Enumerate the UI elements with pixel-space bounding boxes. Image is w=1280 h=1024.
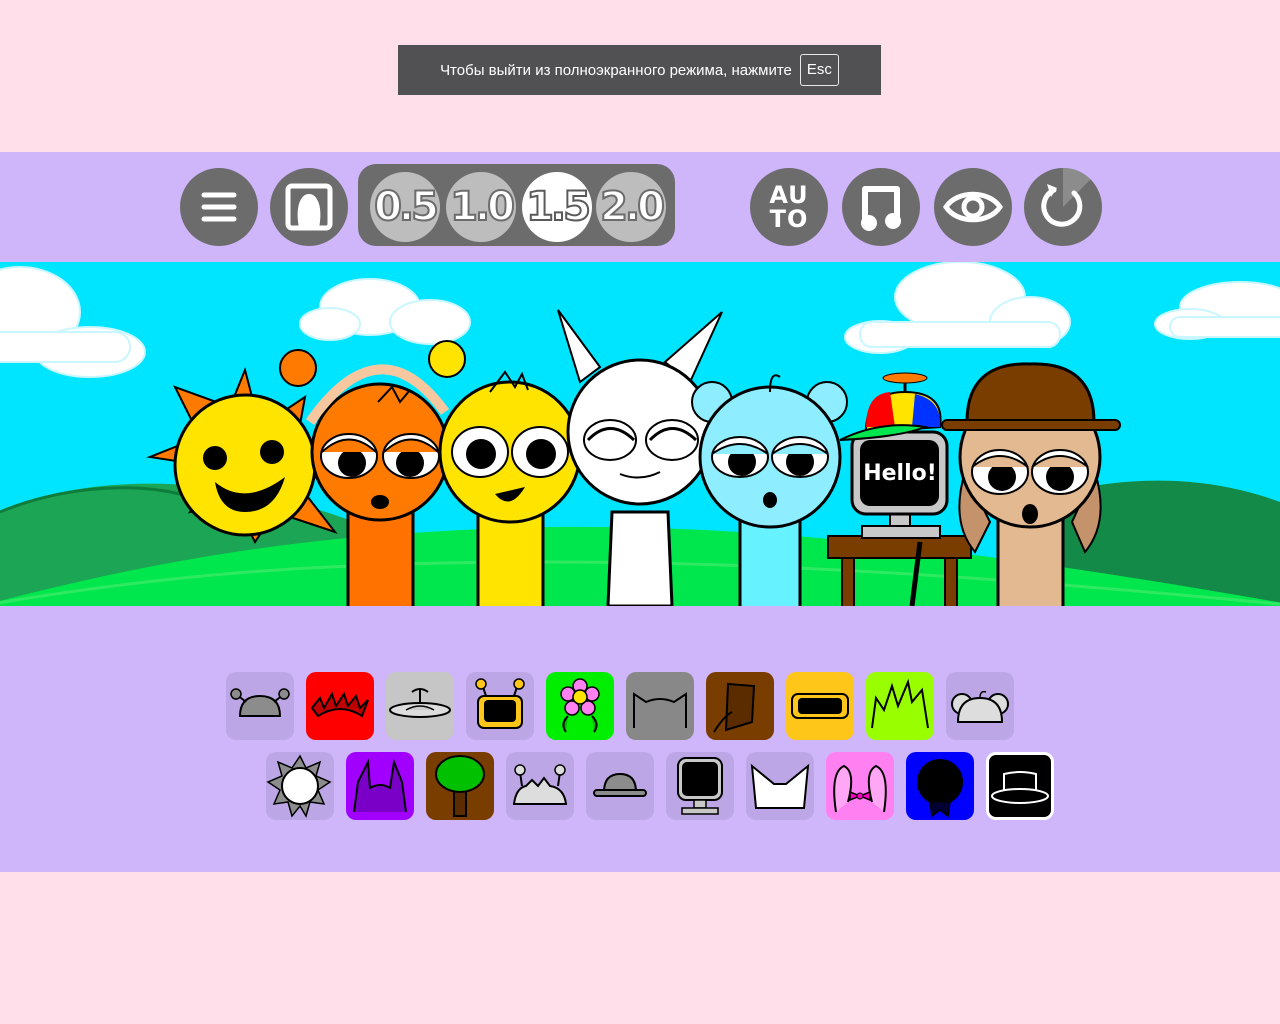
character-stage: Hello! xyxy=(0,262,1280,606)
fullscreen-notice-text: Чтобы выйти из полноэкранного режима, на… xyxy=(440,61,792,79)
speed-button-1-0[interactable]: 1.0 xyxy=(446,172,516,242)
palette-item-pink-bow-ears[interactable] xyxy=(826,752,894,820)
palette-item-blue-dark-circle[interactable] xyxy=(906,752,974,820)
palette-item-grey-antenna-hair[interactable] xyxy=(506,752,574,820)
palette-item-yellow-goggles[interactable] xyxy=(786,672,854,740)
fullscreen-exit-notice: Чтобы выйти из полноэкранного режима, на… xyxy=(398,45,881,95)
reset-button[interactable] xyxy=(1024,168,1102,246)
palette-item-orange-antenna-tv[interactable] xyxy=(466,672,534,740)
character-frame-icon xyxy=(284,182,334,232)
speed-label: 2.0 xyxy=(599,183,666,231)
palette-item-white-envelope-hat[interactable] xyxy=(746,752,814,820)
palette-item-lime-spiky-hair[interactable] xyxy=(866,672,934,740)
speed-button-1-5[interactable]: 1.5 xyxy=(522,172,592,242)
hamburger-menu-icon xyxy=(199,189,239,225)
speed-button-2-0[interactable]: 2.0 xyxy=(596,172,666,242)
palette-item-green-flower[interactable] xyxy=(546,672,614,740)
palette-item-black-tophat[interactable] xyxy=(986,752,1054,820)
palette-item-grey-cat-ears[interactable] xyxy=(626,672,694,740)
auto-label-bottom: TO xyxy=(769,205,809,233)
palette-item-grey-sun[interactable] xyxy=(266,752,334,820)
reset-icon xyxy=(1024,168,1102,246)
esc-key-badge: Esc xyxy=(799,54,839,86)
stage-scene: Hello! xyxy=(0,262,1280,606)
palette-item-grey-bowler-hat[interactable] xyxy=(586,752,654,820)
palette-item-red-spiky[interactable] xyxy=(306,672,374,740)
music-button[interactable] xyxy=(842,168,920,246)
palette-item-grey-computer[interactable] xyxy=(666,752,734,820)
palette-item-grey-antenna-hat[interactable] xyxy=(226,672,294,740)
palette-item-brown-bucket[interactable] xyxy=(706,672,774,740)
sound-palette xyxy=(0,606,1280,872)
palette-item-brown-tree[interactable] xyxy=(426,752,494,820)
character-select-button[interactable] xyxy=(270,168,348,246)
top-toolbar: 0.5 1.0 1.5 2.0 AU TO xyxy=(0,152,1280,262)
palette-item-purple-horns[interactable] xyxy=(346,752,414,820)
speed-label: 1.5 xyxy=(525,183,592,231)
palette-item-grey-mouse-ears[interactable] xyxy=(946,672,1014,740)
visibility-button[interactable] xyxy=(934,168,1012,246)
auto-label: AU TO xyxy=(769,183,808,231)
palette-item-grey-propeller[interactable] xyxy=(386,672,454,740)
speed-label: 0.5 xyxy=(373,183,440,231)
auto-label-top: AU xyxy=(769,181,809,209)
menu-button[interactable] xyxy=(180,168,258,246)
speed-button-0-5[interactable]: 0.5 xyxy=(370,172,440,242)
speed-label: 1.0 xyxy=(449,183,516,231)
auto-button[interactable]: AU TO xyxy=(750,168,828,246)
computer-screen-text: Hello! xyxy=(863,461,937,486)
speed-selector: 0.5 1.0 1.5 2.0 xyxy=(358,164,675,246)
music-note-icon xyxy=(857,181,905,233)
eye-icon xyxy=(943,187,1003,227)
